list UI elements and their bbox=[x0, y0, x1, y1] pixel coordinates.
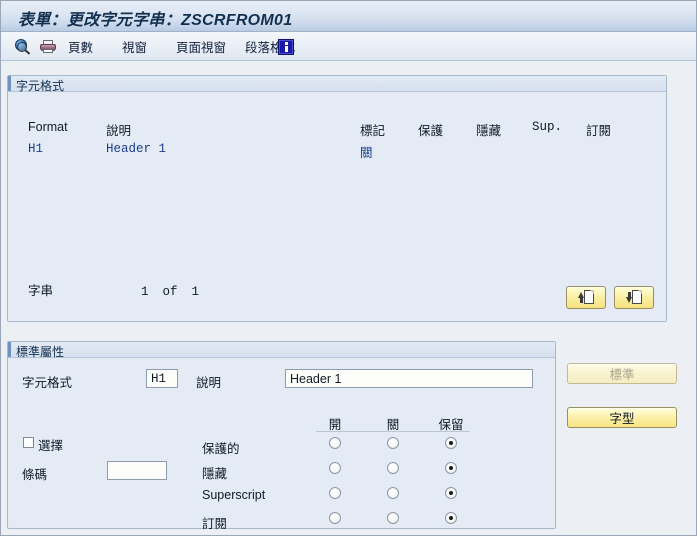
groupbox-accent-bar bbox=[8, 342, 11, 357]
radio-row-label-subscript: 訂閱 bbox=[202, 517, 228, 531]
barcode-input[interactable] bbox=[107, 461, 167, 480]
radio-row-label-hidden: 隱藏 bbox=[202, 467, 228, 481]
description-label: 說明 bbox=[196, 376, 222, 390]
record-counter-label: 字串 bbox=[28, 284, 54, 298]
record-counter: 字串 1 of 1 bbox=[28, 280, 199, 299]
toolbar-label-windows: 視窗 bbox=[122, 41, 148, 55]
standard-button[interactable]: 標準 bbox=[567, 363, 677, 384]
toolbar-button-page-windows[interactable]: 頁面視窗 bbox=[173, 36, 229, 57]
standard-attributes-groupbox: 標準屬性 字元格式 H1 說明 Header 1 選擇 條碼 開 關 保留 保護… bbox=[7, 341, 556, 531]
column-header-protect: 保護 bbox=[418, 124, 444, 138]
font-button[interactable]: 字型 bbox=[567, 407, 677, 428]
character-format-label: 字元格式 bbox=[22, 376, 73, 390]
insert-string-button[interactable] bbox=[566, 286, 606, 309]
standard-attributes-content: 字元格式 H1 說明 Header 1 選擇 條碼 開 關 保留 保護的 隱藏 bbox=[8, 358, 555, 531]
info-icon[interactable] bbox=[276, 36, 296, 57]
standard-button-label: 標準 bbox=[609, 368, 635, 382]
radio-protected-off[interactable] bbox=[387, 437, 399, 449]
radio-hidden-off[interactable] bbox=[387, 462, 399, 474]
radio-superscript-off[interactable] bbox=[387, 487, 399, 499]
character-format-groupbox-header: 字元格式 bbox=[8, 76, 666, 93]
standard-attributes-groupbox-header: 標準屬性 bbox=[8, 342, 555, 359]
magnifier-globe-icon bbox=[13, 38, 32, 55]
radio-hidden-on[interactable] bbox=[329, 462, 341, 474]
list-action-buttons bbox=[566, 286, 654, 309]
page-title: 表單：更改字元字串：ZSCRFROM01 bbox=[18, 12, 293, 29]
select-checkbox[interactable] bbox=[23, 437, 34, 448]
radio-subscript-retain[interactable] bbox=[445, 512, 457, 524]
description-input[interactable]: Header 1 bbox=[285, 369, 533, 388]
column-header-marker: 標記 bbox=[360, 124, 386, 138]
toolbar-label-pages: 頁數 bbox=[68, 41, 94, 55]
printer-icon bbox=[39, 39, 57, 55]
toolbar-button-windows[interactable]: 視窗 bbox=[119, 36, 150, 57]
character-format-input[interactable]: H1 bbox=[146, 369, 178, 388]
delete-string-button[interactable] bbox=[614, 286, 654, 309]
column-header-hidden: 隱藏 bbox=[476, 124, 502, 138]
radio-row-label-superscript: Superscript bbox=[202, 488, 266, 502]
window-titlebar: 表單：更改字元字串：ZSCRFROM01 bbox=[1, 1, 696, 32]
document-up-icon bbox=[578, 290, 594, 305]
radio-subscript-on[interactable] bbox=[329, 512, 341, 524]
column-header-description: 說明 bbox=[106, 124, 132, 138]
display-change-icon[interactable] bbox=[11, 36, 33, 57]
column-header-subscript: 訂閱 bbox=[586, 124, 612, 138]
record-counter-of: of bbox=[162, 285, 178, 299]
sap-form-painter-window: 表單：更改字元字串：ZSCRFROM01 頁數 視窗 頁面視窗 段落格式 字元格… bbox=[0, 0, 697, 536]
character-format-table: Format 說明 標記 保護 隱藏 Sup. 訂閱 H1 Header 1 關 bbox=[8, 92, 666, 321]
record-counter-total: 1 bbox=[191, 285, 199, 299]
column-header-sup: Sup. bbox=[532, 120, 563, 134]
information-icon bbox=[278, 38, 294, 55]
radio-superscript-on[interactable] bbox=[329, 487, 341, 499]
radio-row-label-protected: 保護的 bbox=[202, 442, 240, 456]
groupbox-accent-bar bbox=[8, 76, 11, 91]
select-checkbox-label: 選擇 bbox=[38, 439, 64, 453]
cell-marker[interactable]: 關 bbox=[360, 142, 373, 161]
barcode-label: 條碼 bbox=[22, 468, 48, 482]
cell-description[interactable]: Header 1 bbox=[106, 142, 166, 156]
radio-superscript-retain[interactable] bbox=[445, 487, 457, 499]
document-down-icon bbox=[626, 290, 642, 305]
print-icon[interactable] bbox=[37, 36, 59, 57]
column-header-format: Format bbox=[28, 120, 68, 134]
radio-hidden-retain[interactable] bbox=[445, 462, 457, 474]
toolbar-label-page-windows: 頁面視窗 bbox=[176, 41, 227, 55]
radio-protected-retain[interactable] bbox=[445, 437, 457, 449]
record-counter-current: 1 bbox=[140, 285, 149, 299]
radio-subscript-off[interactable] bbox=[387, 512, 399, 524]
character-format-groupbox: 字元格式 Format 說明 標記 保護 隱藏 Sup. 訂閱 H1 Heade… bbox=[7, 75, 667, 322]
radio-header-divider bbox=[316, 431, 470, 432]
application-toolbar: 頁數 視窗 頁面視窗 段落格式 bbox=[1, 32, 696, 61]
cell-format[interactable]: H1 bbox=[28, 142, 43, 156]
font-button-label: 字型 bbox=[609, 412, 635, 426]
radio-protected-on[interactable] bbox=[329, 437, 341, 449]
toolbar-button-pages[interactable]: 頁數 bbox=[65, 36, 96, 57]
